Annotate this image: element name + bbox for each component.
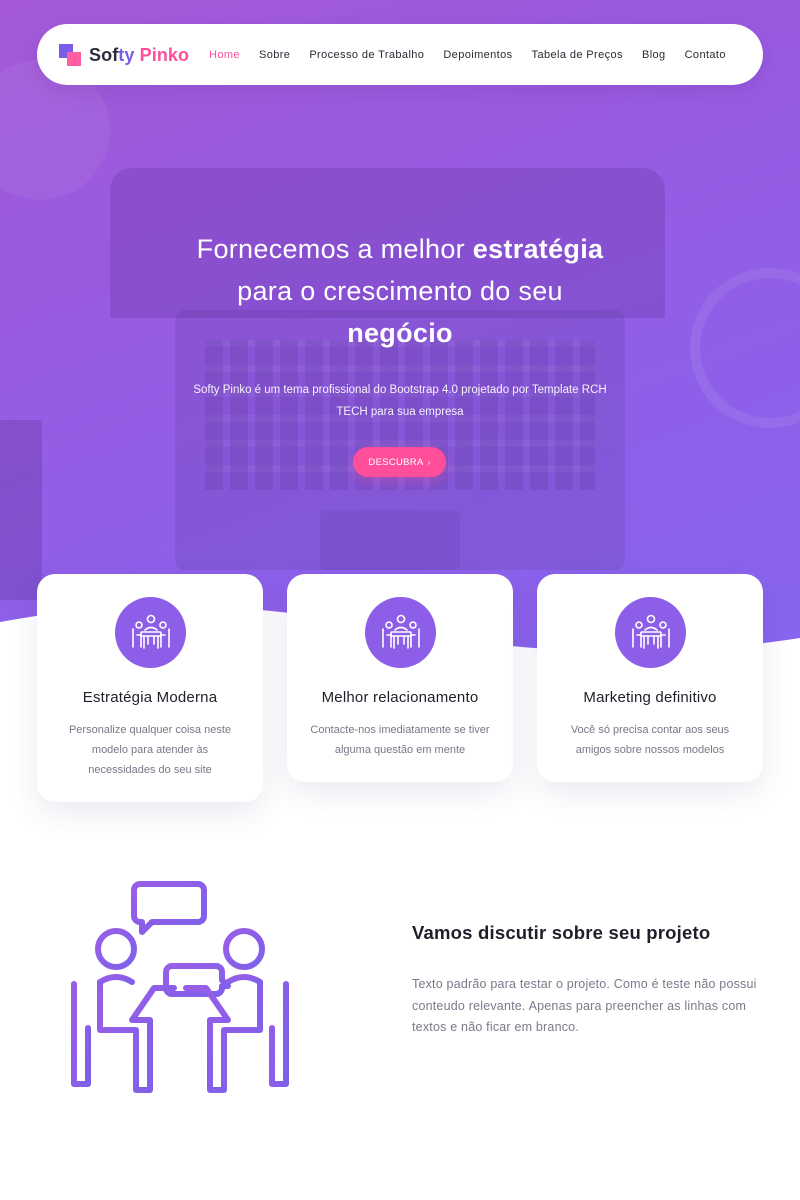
feature-card-title: Estratégia Moderna bbox=[82, 689, 218, 706]
hero-subtitle: Softy Pinko é um tema profissional do Bo… bbox=[193, 384, 607, 418]
discuss-text: Texto padrão para testar o projeto. Como… bbox=[412, 977, 757, 1034]
feature-card: Marketing definitivo Você só precisa con… bbox=[537, 574, 763, 782]
feature-card: Melhor relacionamento Contacte-nos imedi… bbox=[287, 574, 513, 782]
nav-link-contato[interactable]: Contato bbox=[685, 49, 726, 61]
team-meeting-icon bbox=[615, 597, 686, 668]
feature-card-text: Personalize qualquer coisa neste modelo … bbox=[68, 724, 232, 776]
nav-link-precos[interactable]: Tabela de Preços bbox=[532, 49, 623, 61]
people-discussion-icon bbox=[71, 881, 289, 1093]
hero-title: Fornecemos a melhor estratégia para o cr… bbox=[196, 234, 604, 348]
discover-button[interactable]: DESCUBRA › bbox=[353, 447, 446, 477]
brand-logo[interactable]: Softy Pinko bbox=[59, 42, 189, 68]
nav-link-home[interactable]: Home bbox=[209, 49, 240, 61]
discover-button-label: DESCUBRA bbox=[368, 456, 424, 468]
top-navbar: Softy Pinko Home Sobre Processo de Traba… bbox=[37, 24, 763, 85]
feature-card-title: Marketing definitivo bbox=[583, 689, 717, 706]
brand-name: Softy Pinko bbox=[89, 44, 190, 65]
team-meeting-icon bbox=[365, 597, 436, 668]
nav-link-sobre[interactable]: Sobre bbox=[259, 49, 290, 61]
nav-link-processo[interactable]: Processo de Trabalho bbox=[309, 49, 424, 61]
chevron-right-icon: › bbox=[427, 457, 431, 467]
hero-background-phone bbox=[0, 420, 42, 600]
feature-card-text: Você só precisa contar aos seus amigos s… bbox=[570, 724, 730, 756]
hero-background-touchpad bbox=[320, 510, 460, 570]
feature-card-title: Melhor relacionamento bbox=[321, 689, 479, 706]
feature-card-text: Contacte-nos imediatamente se tiver algu… bbox=[310, 724, 490, 756]
nav-link-depoimentos[interactable]: Depoimentos bbox=[443, 49, 512, 61]
nav-link-blog[interactable]: Blog bbox=[642, 49, 666, 61]
discuss-title: Vamos discutir sobre seu projeto bbox=[412, 922, 711, 943]
team-meeting-icon bbox=[115, 597, 186, 668]
hero-background-cup bbox=[690, 268, 800, 428]
feature-card: Estratégia Moderna Personalize qualquer … bbox=[37, 574, 263, 802]
brand-logo-icon bbox=[59, 44, 81, 66]
nav-menu: Home Sobre Processo de Trabalho Depoimen… bbox=[209, 24, 745, 85]
